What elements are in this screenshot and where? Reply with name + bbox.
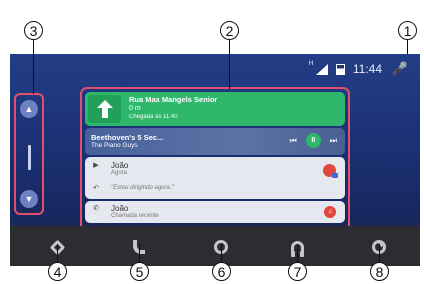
navigation-card[interactable]: Rua Max Mangels Senior 0 m Chegada às 11… (85, 92, 345, 126)
distance: 0 m (129, 105, 141, 112)
callout-7: 7 (288, 262, 307, 281)
callout-6: 6 (212, 262, 231, 281)
callout-5: 5 (130, 262, 149, 281)
callout-3: 3 (24, 21, 43, 40)
reply-icon[interactable]: ↶ (91, 184, 101, 192)
battery-icon (335, 63, 345, 75)
message-reply-row: ↶ "Estou dirigindo agora." (91, 184, 174, 192)
leader-line-1 (407, 39, 408, 54)
mic-icon[interactable]: 🎤 (390, 61, 410, 77)
leader-line-4 (57, 244, 58, 262)
leader-line-3 (33, 39, 34, 94)
avatar (323, 164, 338, 178)
chevron-up-icon[interactable]: ▲ (20, 100, 38, 118)
caller-name: João (111, 204, 129, 213)
music-info: Beethoven's 5 Sec... The Piano Guys (91, 134, 163, 150)
arrival-time: Chegada às 11:40 (129, 114, 178, 120)
pause-icon[interactable]: II (305, 133, 321, 148)
leader-line-5 (139, 244, 140, 262)
next-track-icon[interactable]: ⏭ (330, 136, 337, 146)
scroll-rail: ▲ ▼ (14, 93, 44, 215)
callout-1: 1 (398, 21, 417, 40)
scroll-indicator[interactable] (28, 145, 31, 170)
message-header: ▶ João Agora (91, 161, 128, 176)
track-title: Beethoven's 5 Sec... (91, 133, 164, 142)
callout-4: 4 (48, 262, 67, 281)
leader-line-2 (229, 39, 230, 89)
leader-line-6 (221, 244, 222, 262)
message-sender: João (111, 161, 129, 170)
bottom-bar (10, 226, 420, 266)
track-artist: The Piano Guys (91, 142, 138, 149)
status-bar: H 11:44 🎤 (309, 54, 420, 84)
message-card[interactable]: ▶ João Agora ↶ "Estou dirigindo agora." (85, 157, 345, 199)
call-card[interactable]: ✆ João Chamada recente ♫ (85, 201, 345, 223)
callout-8: 8 (370, 262, 389, 281)
media-controls: ⏮ II ⏭ (290, 133, 337, 148)
street-name: Rua Max Mangels Senior (129, 95, 218, 104)
call-status: Chamada recente (111, 213, 159, 219)
phone-icon[interactable]: ✆ (91, 204, 101, 212)
leader-line-7 (297, 244, 298, 262)
arrow-up-icon (88, 95, 121, 123)
music-card[interactable]: Beethoven's 5 Sec... The Piano Guys ⏮ II… (85, 128, 345, 155)
clock: 11:44 (352, 62, 382, 76)
message-text: "Estou dirigindo agora." (111, 185, 174, 191)
message-badge-icon (332, 173, 338, 178)
call-info: ✆ João Chamada recente (91, 204, 159, 219)
signal-icon: H (309, 61, 328, 75)
android-auto-screen: H 11:44 🎤 ▲ ▼ Rua Max Mangels Senior 0 m… (10, 54, 420, 266)
leader-line-8 (379, 244, 380, 262)
message-time: Agora (111, 170, 128, 176)
previous-track-icon[interactable]: ⏮ (290, 136, 297, 146)
navigation-text: Rua Max Mangels Senior 0 m Chegada às 11… (129, 95, 217, 122)
avatar: ♫ (324, 206, 336, 218)
play-icon[interactable]: ▶ (91, 161, 101, 176)
chevron-down-icon[interactable]: ▼ (20, 190, 38, 208)
callout-2: 2 (220, 21, 239, 40)
